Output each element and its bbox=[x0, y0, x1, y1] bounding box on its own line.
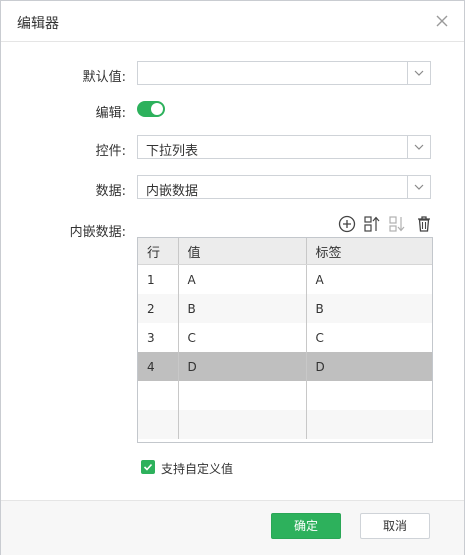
value-cell[interactable]: C bbox=[177, 323, 306, 352]
data-value: 内嵌数据 bbox=[146, 184, 199, 199]
dialog-header: 编辑器 bbox=[1, 1, 464, 42]
embedded-data-table: 行 值 标签 1 A A 2 B B 3 C C 4 D D bbox=[137, 237, 433, 443]
column-header-label[interactable]: 标签 bbox=[305, 238, 432, 265]
value-cell[interactable]: A bbox=[177, 264, 306, 294]
label-cell[interactable]: D bbox=[305, 352, 432, 381]
default-value-label: 默认值: bbox=[82, 70, 126, 85]
value-cell[interactable]: D bbox=[177, 352, 306, 381]
editable-toggle[interactable] bbox=[137, 101, 165, 117]
control-value: 下拉列表 bbox=[146, 144, 199, 159]
table-row-selected[interactable]: 4 D D bbox=[138, 352, 432, 381]
editor-dialog: 编辑器 默认值: 编辑: 控件: 下拉列表 数据: 内嵌数据 内嵌数据: 行 值… bbox=[0, 0, 465, 555]
column-header-value[interactable]: 值 bbox=[177, 238, 306, 265]
table-row[interactable]: 1 A A bbox=[138, 264, 432, 295]
row-number-cell[interactable]: 2 bbox=[138, 294, 178, 323]
empty-row bbox=[138, 381, 432, 410]
empty-row bbox=[138, 410, 432, 439]
custom-value-label[interactable]: 支持自定义值 bbox=[161, 460, 233, 477]
label-cell[interactable]: C bbox=[305, 323, 432, 352]
data-label: 数据: bbox=[95, 184, 126, 199]
default-value-dropdown-button[interactable] bbox=[407, 62, 430, 84]
chevron-down-icon bbox=[414, 184, 424, 190]
default-value-select[interactable] bbox=[137, 61, 431, 85]
custom-value-checkbox[interactable] bbox=[141, 460, 155, 474]
control-label: 控件: bbox=[95, 144, 126, 159]
data-dropdown-button[interactable] bbox=[407, 176, 430, 198]
table-row[interactable]: 3 C C bbox=[138, 323, 432, 352]
dialog-footer: 确定 取消 bbox=[1, 500, 464, 555]
trash-icon[interactable] bbox=[415, 215, 433, 233]
sort-descending-icon[interactable] bbox=[388, 215, 406, 233]
label-cell[interactable]: A bbox=[305, 264, 432, 294]
row-number-cell[interactable]: 1 bbox=[138, 265, 178, 295]
control-select[interactable]: 下拉列表 bbox=[137, 135, 431, 159]
row-number-cell[interactable]: 3 bbox=[138, 323, 178, 352]
label-cell[interactable]: B bbox=[305, 294, 432, 323]
cancel-button[interactable]: 取消 bbox=[360, 513, 430, 539]
ok-button[interactable]: 确定 bbox=[271, 513, 341, 539]
table-header-row: 行 值 标签 bbox=[138, 238, 432, 265]
embedded-data-label: 内嵌数据: bbox=[69, 225, 126, 240]
data-select[interactable]: 内嵌数据 bbox=[137, 175, 431, 199]
add-circle-icon[interactable] bbox=[338, 215, 356, 233]
value-cell[interactable]: B bbox=[177, 294, 306, 323]
row-number-cell[interactable]: 4 bbox=[138, 352, 178, 381]
close-icon[interactable] bbox=[434, 13, 450, 29]
chevron-down-icon bbox=[414, 144, 424, 150]
toggle-knob bbox=[151, 103, 163, 115]
dialog-title: 编辑器 bbox=[17, 16, 59, 32]
chevron-down-icon bbox=[414, 70, 424, 76]
table-row[interactable]: 2 B B bbox=[138, 294, 432, 323]
column-header-row[interactable]: 行 bbox=[138, 238, 178, 265]
sort-ascending-icon[interactable] bbox=[363, 215, 381, 233]
editable-label: 编辑: bbox=[95, 106, 126, 121]
checkmark-icon bbox=[143, 463, 153, 471]
control-dropdown-button[interactable] bbox=[407, 136, 430, 158]
